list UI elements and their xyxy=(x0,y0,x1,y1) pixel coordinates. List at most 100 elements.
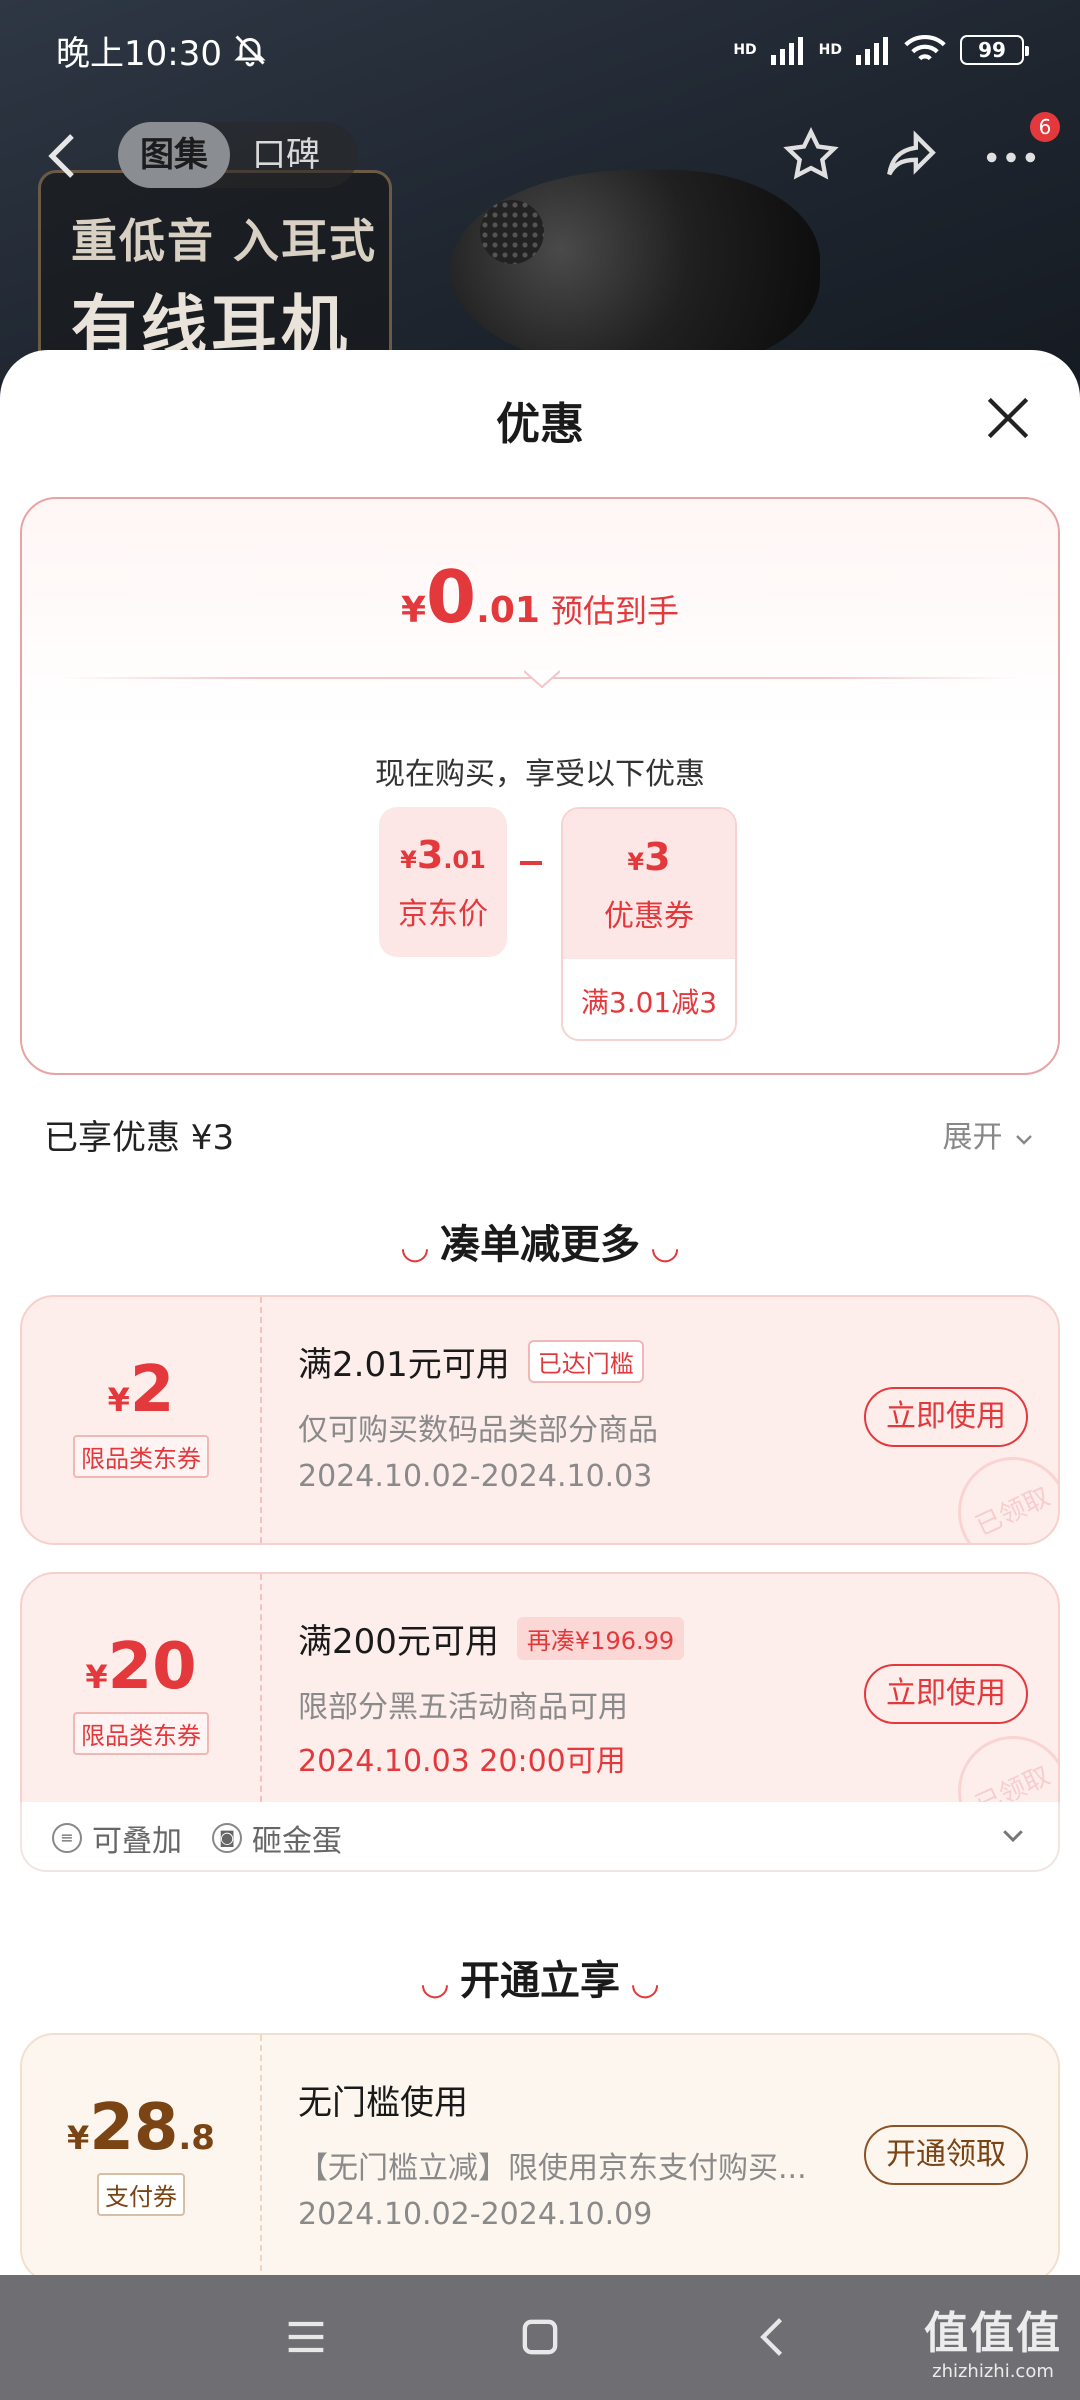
coupon-amount: ¥20 xyxy=(22,1630,260,1704)
chevron-down-icon[interactable] xyxy=(998,1820,1028,1850)
battery-indicator: 99 xyxy=(960,35,1029,65)
divider-notch-icon xyxy=(524,670,560,689)
coupon-value: 20 xyxy=(107,1630,197,1704)
gallery-tabs: 图集 口碑 xyxy=(118,122,358,188)
enjoyed-discount-row: 已享优惠 ¥3 展开 xyxy=(44,1110,1036,1170)
coupon-currency: ¥ xyxy=(85,1658,108,1696)
sheet-title: 优惠 xyxy=(496,399,584,450)
jd-price-currency: ¥ xyxy=(400,846,417,874)
message-count-badge: 6 xyxy=(1030,112,1060,142)
discount-sheet: 优惠 ¥0.01 预估到手 现在购买，享受以下优惠 ¥3.01 京东价 ¥3 优… xyxy=(0,350,1080,2275)
section-title-more: ◡ 凑单减更多 ◡ xyxy=(0,1212,1080,1270)
coupon-type-tag: 支付券 xyxy=(97,2173,185,2216)
coupon-title: 满200元可用 xyxy=(298,1622,499,1662)
estimate-integer: 0 xyxy=(426,555,477,639)
coupon-price-label: 优惠券 xyxy=(604,899,694,934)
smile-deco-icon: ◡ xyxy=(632,1963,659,2003)
threshold-reached-tag: 已达门槛 xyxy=(527,1340,644,1383)
coupon-value: 28 xyxy=(89,2091,179,2165)
activate-claim-button[interactable]: 开通领取 xyxy=(864,2125,1028,2185)
golden-egg-info[interactable]: ◙ 砸金蛋 xyxy=(212,1816,342,1860)
golden-egg-label: 砸金蛋 xyxy=(252,1824,342,1859)
estimated-price: ¥0.01 预估到手 xyxy=(22,555,1058,639)
stack-icon: ≡ xyxy=(52,1823,82,1853)
coupon-price-amount: ¥3 xyxy=(563,809,735,879)
coupon-price-chip: ¥3 优惠券 满3.01减3 xyxy=(561,807,737,1041)
stackable-info[interactable]: ≡ 可叠加 xyxy=(52,1816,182,1860)
system-nav-bar: 值值值 zhizhizhi.com xyxy=(0,2275,1080,2400)
jd-price-decimal: .01 xyxy=(443,846,486,874)
estimate-decimal: .01 xyxy=(476,590,540,631)
coupon-validity: 2024.10.02-2024.10.09 xyxy=(298,2197,653,2232)
coupon-title-row: 满200元可用 再凑¥196.99 xyxy=(298,1614,685,1663)
smile-deco-icon: ◡ xyxy=(421,1963,448,2003)
signal-hd-label-2: HD xyxy=(818,42,842,58)
menu-icon[interactable] xyxy=(280,2311,332,2363)
coupon-card: ¥20 限品类东券 满200元可用 再凑¥196.99 限部分黑五活动商品可用 … xyxy=(20,1572,1060,1822)
earphone-grill xyxy=(480,200,544,264)
signal-icon-2 xyxy=(856,37,888,65)
coupon-price-currency: ¥ xyxy=(627,848,645,876)
estimate-currency: ¥ xyxy=(400,590,427,631)
coupon-amount: ¥2 xyxy=(22,1353,260,1427)
pay-coupon-card: ¥28.8 支付券 无门槛使用 【无门槛立减】限使用京东支付购买... 2024… xyxy=(20,2033,1060,2275)
coupon-validity: 2024.10.03 20:00可用 xyxy=(298,1744,626,1779)
tab-reviews[interactable]: 口碑 xyxy=(230,122,342,188)
coupon-validity: 2024.10.02-2024.10.03 xyxy=(298,1459,653,1494)
status-time-group: 晚上10:30 xyxy=(56,26,268,75)
favorite-star-icon[interactable] xyxy=(782,126,840,184)
watermark-logo: 值值值 zhizhizhi.com xyxy=(924,2297,1062,2382)
coupon-amount-panel: ¥28.8 支付券 xyxy=(22,2035,262,2275)
section-open-label: 开通立享 xyxy=(460,1958,620,2004)
coupon-chip-top: ¥3 优惠券 xyxy=(563,809,735,959)
coupon-amount: ¥28.8 xyxy=(22,2091,260,2165)
golden-egg-icon: ◙ xyxy=(212,1823,242,1853)
home-icon[interactable] xyxy=(514,2311,566,2363)
tab-gallery[interactable]: 图集 xyxy=(118,122,230,188)
close-icon[interactable] xyxy=(980,390,1036,446)
coupon-title-row: 满2.01元可用 已达门槛 xyxy=(298,1337,644,1386)
buy-now-text: 现在购买，享受以下优惠 xyxy=(375,757,705,792)
expand-label: 展开 xyxy=(942,1120,1003,1155)
product-nav-bar: 图集 口碑 6 xyxy=(0,112,1080,194)
watermark-main: 值值值 xyxy=(924,2308,1062,2359)
coupon-title: 无门槛使用 xyxy=(298,2083,468,2123)
more-icon[interactable]: 6 xyxy=(982,112,1060,184)
need-more-tag: 再凑¥196.99 xyxy=(516,1617,685,1660)
nav-actions: 6 xyxy=(782,112,1060,184)
claimed-stamp: 已领取 xyxy=(939,1438,1058,1543)
coupon-type-tag: 限品类东券 xyxy=(73,1435,209,1478)
watermark-sub: zhizhizhi.com xyxy=(932,2361,1054,2382)
chevron-down-icon xyxy=(1016,1134,1032,1145)
coupon-description: 仅可购买数码品类部分商品 xyxy=(298,1413,658,1448)
smile-deco-icon: ◡ xyxy=(401,1227,428,1267)
signal-hd-label-1: HD xyxy=(733,42,757,58)
enjoyed-discount-text: 已享优惠 ¥3 xyxy=(44,1118,235,1158)
coupon-title: 满2.01元可用 xyxy=(298,1345,510,1385)
jd-price-chip: ¥3.01 京东价 xyxy=(379,807,507,957)
coupon-description: 【无门槛立减】限使用京东支付购买... xyxy=(298,2151,807,2186)
coupon-amount-panel: ¥20 限品类东券 xyxy=(22,1574,262,1822)
wifi-icon xyxy=(904,34,946,61)
coupon-description: 限部分黑五活动商品可用 xyxy=(298,1690,628,1725)
coupon-currency: ¥ xyxy=(67,2119,90,2157)
coupon-currency: ¥ xyxy=(107,1381,130,1419)
expand-button[interactable]: 展开 xyxy=(942,1112,1036,1156)
jd-price-label: 京东价 xyxy=(398,897,488,932)
status-time: 晚上10:30 xyxy=(56,33,222,74)
coupon-amount-panel: ¥2 限品类东券 xyxy=(22,1297,262,1543)
back-icon[interactable] xyxy=(44,128,94,184)
estimate-label: 预估到手 xyxy=(551,592,680,630)
product-promo-label: 重低音 入耳式 有线耳机 xyxy=(38,170,392,370)
price-summary-card: ¥0.01 预估到手 现在购买，享受以下优惠 ¥3.01 京东价 ¥3 优惠券 … xyxy=(20,497,1060,1075)
section-title-open: ◡ 开通立享 ◡ xyxy=(0,1948,1080,2006)
use-now-button[interactable]: 立即使用 xyxy=(864,1664,1028,1724)
stackable-label: 可叠加 xyxy=(92,1824,182,1859)
coupon-card: ¥2 限品类东券 满2.01元可用 已达门槛 仅可购买数码品类部分商品 2024… xyxy=(20,1295,1060,1545)
use-now-button[interactable]: 立即使用 xyxy=(864,1387,1028,1447)
share-icon[interactable] xyxy=(882,126,940,184)
smile-deco-icon: ◡ xyxy=(652,1227,679,1267)
back-nav-icon[interactable] xyxy=(748,2311,800,2363)
jd-price-integer: 3 xyxy=(416,833,444,877)
coupon-type-tag: 限品类东券 xyxy=(73,1712,209,1755)
